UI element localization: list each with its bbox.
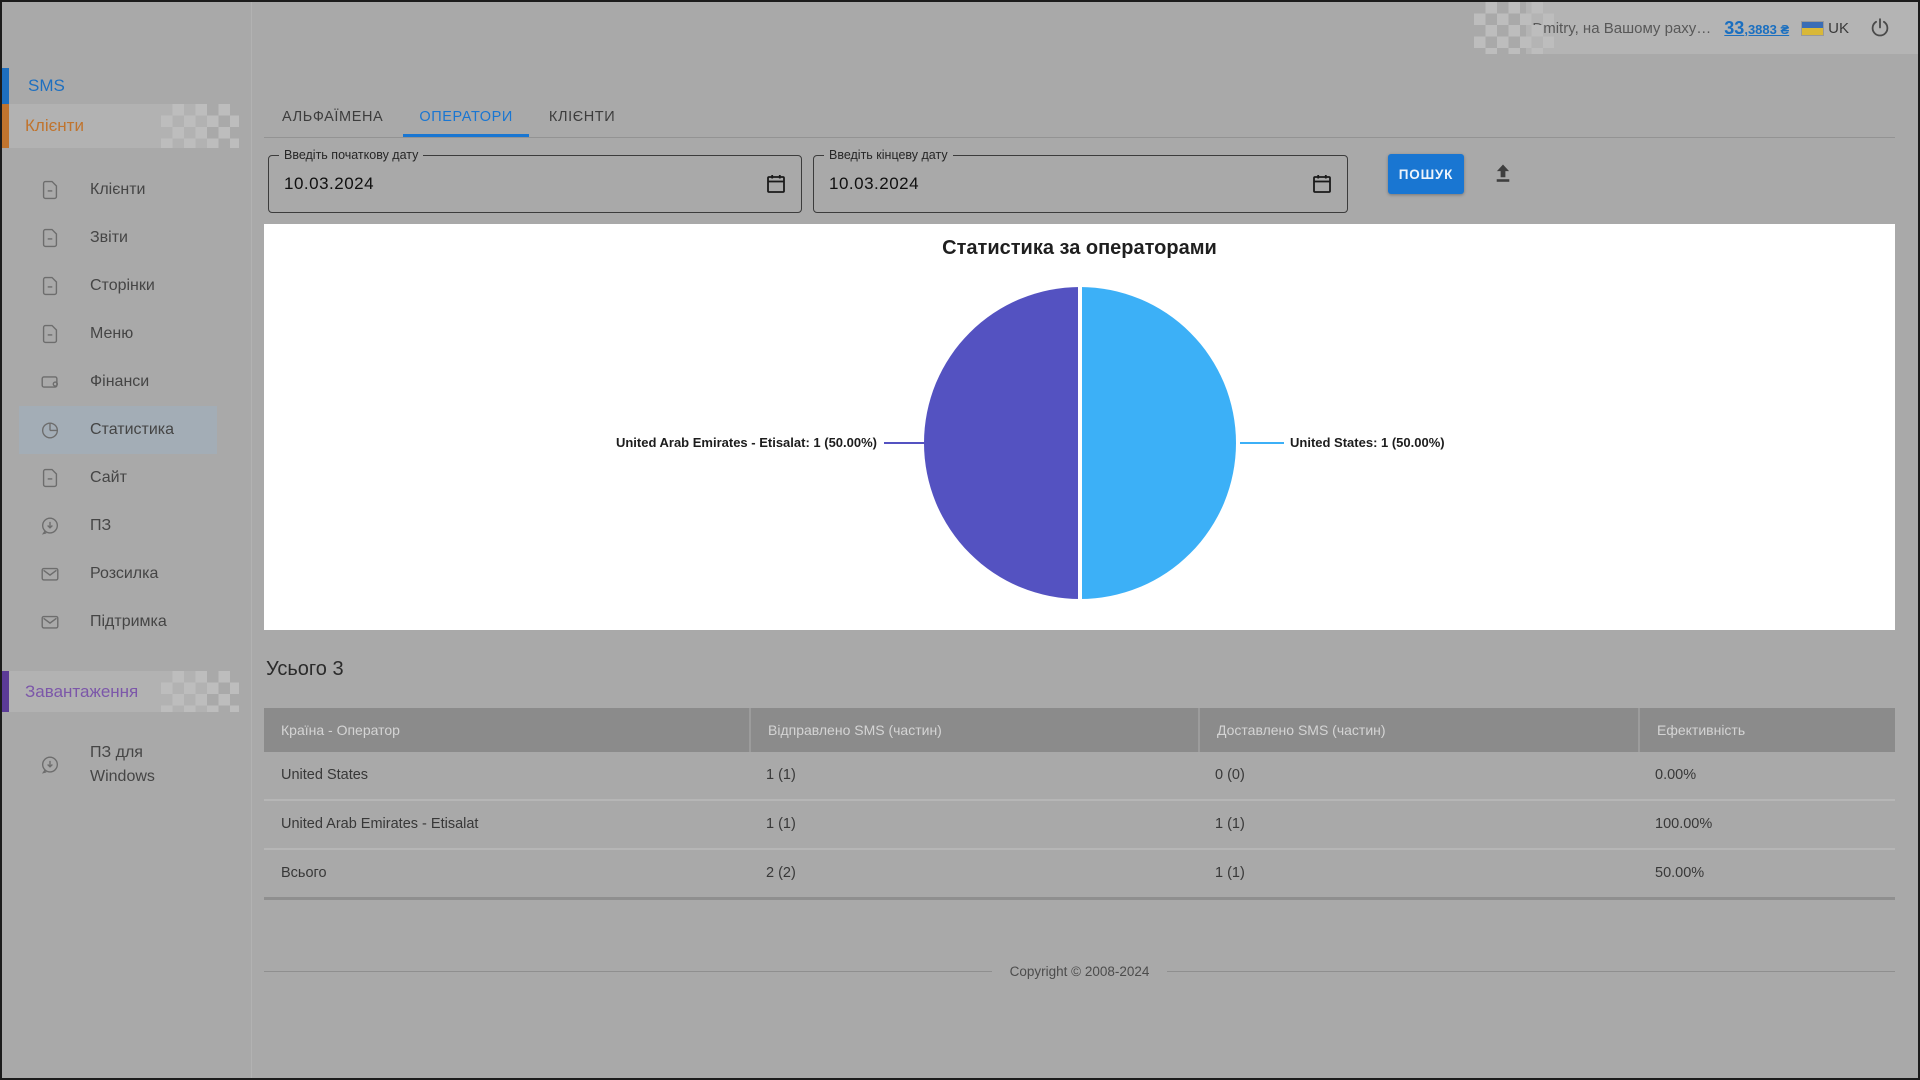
sidebar-item-label: Статистика [90, 421, 174, 439]
sidebar: SMS Клієнти Клієнти Звіти Сторінки Меню [2, 2, 252, 1078]
sidebar-section-label: Клієнти [25, 116, 84, 136]
envelope-icon [39, 563, 61, 585]
pie-chart-icon [39, 419, 61, 441]
document-icon [39, 227, 61, 249]
end-date-value[interactable]: 10.03.2024 [814, 156, 1347, 212]
sidebar-section-label: Завантаження [25, 682, 138, 702]
pie-leader-line-right [1240, 442, 1284, 444]
sidebar-section-label: SMS [28, 76, 65, 96]
cell-sent: 2 (2) [749, 850, 1198, 897]
app-window: Dmitry, на Вашому раху… 33,3883 ₴ UK SMS… [0, 0, 1920, 1080]
sidebar-item-label: Фінанси [90, 373, 149, 391]
footer: Copyright © 2008-2024 [264, 964, 1895, 979]
sidebar-item-reports[interactable]: Звіти [19, 214, 217, 262]
sidebar-item-pages[interactable]: Сторінки [19, 262, 217, 310]
sidebar-item-label: Звіти [90, 229, 128, 247]
table-header-delivered: Доставлено SMS (частин) [1198, 708, 1638, 752]
sidebar-item-mailing[interactable]: Розсилка [19, 550, 217, 598]
pie [924, 287, 1236, 599]
sidebar-item-software[interactable]: ПЗ [19, 502, 217, 550]
sidebar-item-finance[interactable]: Фінанси [19, 358, 217, 406]
sidebar-item-label: Сторінки [90, 277, 155, 295]
copyright-text: Copyright © 2008-2024 [1010, 964, 1150, 979]
calendar-icon[interactable] [764, 172, 788, 196]
cell-sent: 1 (1) [749, 752, 1198, 799]
filter-controls: Введіть початкову дату 10.03.2024 Введіт… [268, 153, 1895, 215]
cell-efficiency: 0.00% [1638, 752, 1895, 799]
sidebar-item-label: Клієнти [90, 181, 145, 199]
table-row: United Arab Emirates - Etisalat 1 (1) 1 … [264, 801, 1895, 850]
pie-leader-line-left [884, 442, 928, 444]
footer-divider [1167, 971, 1895, 972]
wallet-icon [39, 371, 61, 393]
sidebar-item-label: Сайт [90, 469, 127, 487]
search-button[interactable]: ПОШУК [1388, 154, 1464, 194]
operators-table: Країна - Оператор Відправлено SMS (части… [264, 708, 1895, 900]
cell-country: United Arab Emirates - Etisalat [264, 801, 749, 848]
sidebar-item-software-windows[interactable]: ПЗ дляWindows [19, 736, 217, 794]
sidebar-item-label: ПЗ [90, 517, 111, 535]
pie-label-uae: United Arab Emirates - Etisalat: 1 (50.0… [616, 435, 877, 450]
sidebar-section-downloads[interactable]: Завантаження [2, 671, 207, 712]
sidebar-item-site[interactable]: Сайт [19, 454, 217, 502]
start-date-field[interactable]: Введіть початкову дату 10.03.2024 [268, 155, 802, 213]
end-date-label: Введіть кінцеву дату [824, 148, 953, 162]
end-date-field[interactable]: Введіть кінцеву дату 10.03.2024 [813, 155, 1348, 213]
table-header-country: Країна - Оператор [264, 708, 749, 752]
table-row-total: Всього 2 (2) 1 (1) 50.00% [264, 850, 1895, 900]
table-header-efficiency: Ефективність [1638, 708, 1895, 752]
sidebar-item-label: Підтримка [90, 613, 167, 631]
checker-decoration [161, 671, 239, 712]
sidebar-item-label: Розсилка [90, 565, 158, 583]
start-date-label: Введіть початкову дату [279, 148, 423, 162]
upload-icon[interactable] [1490, 161, 1516, 187]
calendar-icon[interactable] [1310, 172, 1334, 196]
sidebar-item-menu[interactable]: Меню [19, 310, 217, 358]
document-icon [39, 275, 61, 297]
operators-chart-panel: Статистика за операторами United Arab Em… [264, 224, 1895, 630]
tab-bar: АЛЬФАЇМЕНА ОПЕРАТОРИ КЛІЄНТИ [264, 97, 1895, 138]
cell-sent: 1 (1) [749, 801, 1198, 848]
cell-efficiency: 100.00% [1638, 801, 1895, 848]
start-date-value[interactable]: 10.03.2024 [269, 156, 801, 212]
cell-country: United States [264, 752, 749, 799]
document-icon [39, 179, 61, 201]
tab-alphanames[interactable]: АЛЬФАЇМЕНА [266, 97, 399, 134]
table-header-sent: Відправлено SMS (частин) [749, 708, 1198, 752]
pie-label-us: United States: 1 (50.00%) [1290, 435, 1445, 450]
totals-heading: Усього 3 [266, 658, 344, 681]
pie-divider [1078, 287, 1082, 599]
envelope-icon [39, 611, 61, 633]
table-row: United States 1 (1) 0 (0) 0.00% [264, 752, 1895, 801]
cell-country: Всього [264, 850, 749, 897]
cell-delivered: 1 (1) [1198, 801, 1638, 848]
sidebar-item-label: Меню [90, 325, 133, 343]
sidebar-item-label: ПЗ дляWindows [90, 741, 155, 789]
tab-operators[interactable]: ОПЕРАТОРИ [403, 97, 529, 137]
cell-efficiency: 50.00% [1638, 850, 1895, 897]
download-icon [39, 515, 61, 537]
sidebar-item-clients[interactable]: Клієнти [19, 166, 217, 214]
cell-delivered: 0 (0) [1198, 752, 1638, 799]
document-icon [39, 467, 61, 489]
sidebar-nav: Клієнти Звіти Сторінки Меню Фінанси Стат… [2, 166, 251, 646]
checker-decoration [161, 104, 239, 148]
main-content: АЛЬФАЇМЕНА ОПЕРАТОРИ КЛІЄНТИ Введіть поч… [264, 2, 1895, 1080]
footer-divider [264, 971, 992, 972]
sidebar-section-sms[interactable]: SMS [2, 68, 252, 104]
sidebar-item-statistics[interactable]: Статистика [19, 406, 217, 454]
cell-delivered: 1 (1) [1198, 850, 1638, 897]
table-header-row: Країна - Оператор Відправлено SMS (части… [264, 708, 1895, 752]
tab-clients[interactable]: КЛІЄНТИ [533, 97, 631, 134]
sidebar-section-clients[interactable]: Клієнти [2, 104, 207, 148]
sidebar-item-support[interactable]: Підтримка [19, 598, 217, 646]
chart-title: Статистика за операторами [264, 237, 1895, 260]
download-icon [39, 754, 61, 776]
document-icon [39, 323, 61, 345]
